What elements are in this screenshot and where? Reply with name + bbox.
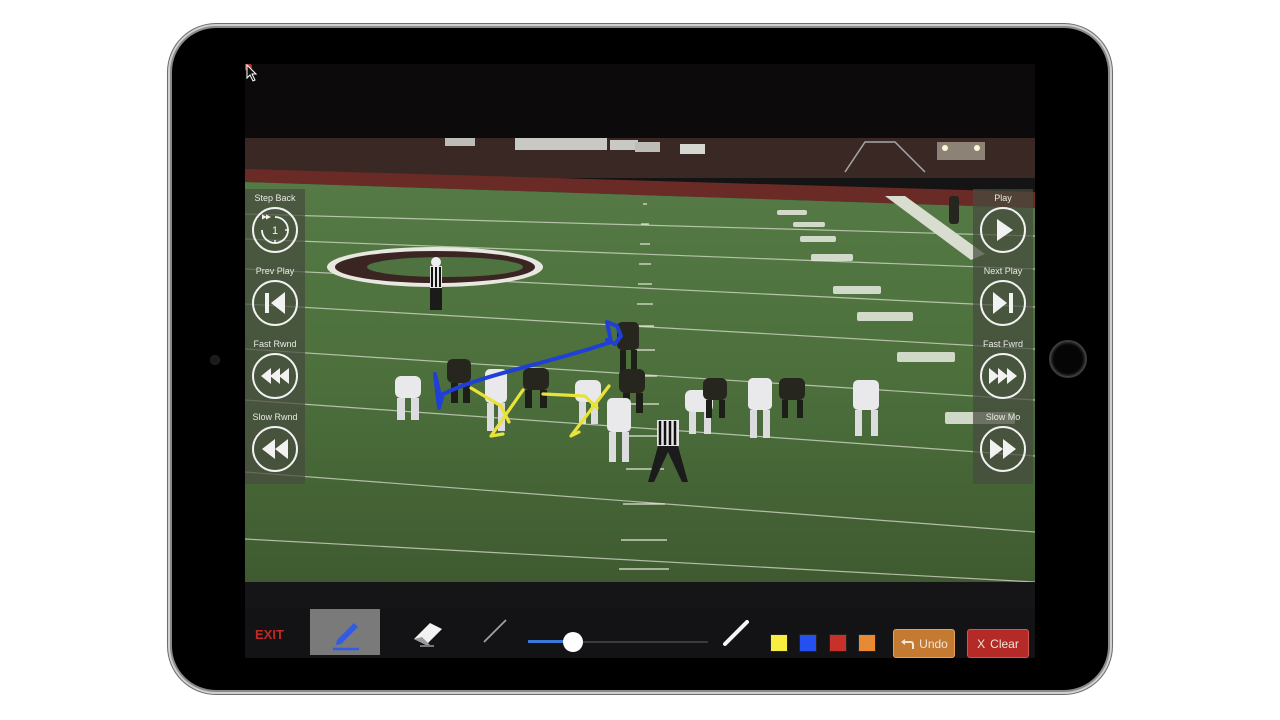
midfield-logo-center xyxy=(367,257,523,277)
undo-button[interactable]: Undo xyxy=(893,629,955,658)
step-back-icon: 1 xyxy=(261,214,289,244)
line-tool-icon[interactable] xyxy=(481,617,509,645)
next-play-label: Next Play xyxy=(983,266,1023,276)
play-label: Play xyxy=(994,193,1012,203)
stadium-light xyxy=(942,145,948,151)
banner xyxy=(680,144,705,154)
fast-rewind-icon xyxy=(261,368,289,384)
fast-forward-control[interactable]: Fast Fwrd xyxy=(973,339,1033,399)
slow-motion-button[interactable] xyxy=(980,426,1026,472)
undo-icon xyxy=(901,638,915,649)
player-dark xyxy=(949,196,959,224)
clear-label: Clear xyxy=(990,636,1019,651)
undo-label: Undo xyxy=(919,636,948,651)
pencil-tool-button[interactable] xyxy=(310,609,380,655)
exit-button[interactable]: EXIT xyxy=(255,627,284,642)
slow-rewind-button[interactable] xyxy=(252,426,298,472)
mouse-cursor-icon xyxy=(245,64,258,82)
slow-motion-label: Slow Mo xyxy=(985,412,1021,422)
fast-forward-button[interactable] xyxy=(980,353,1026,399)
color-swatch-red[interactable] xyxy=(829,634,847,652)
toolbar-divider xyxy=(245,582,1035,608)
color-swatch-yellow[interactable] xyxy=(770,634,788,652)
clear-button[interactable]: X Clear xyxy=(967,629,1029,658)
step-back-control[interactable]: Step Back 1 xyxy=(245,193,305,253)
slow-rewind-icon xyxy=(262,439,288,459)
step-count-badge: 1 xyxy=(272,225,278,237)
slow-motion-icon xyxy=(990,439,1016,459)
next-play-icon xyxy=(993,292,1013,314)
drawing-toolbar: EXIT Undo X Clear xyxy=(245,582,1035,658)
stadium-light xyxy=(974,145,980,151)
color-swatch-orange[interactable] xyxy=(858,634,876,652)
slow-motion-control[interactable]: Slow Mo xyxy=(973,412,1033,472)
video-frame xyxy=(245,64,1035,582)
color-swatch-blue[interactable] xyxy=(799,634,817,652)
banner xyxy=(445,138,475,146)
pencil-icon xyxy=(333,623,359,651)
fast-rewind-control[interactable]: Fast Rwnd xyxy=(245,339,305,399)
banner xyxy=(515,138,607,150)
stroke-width-slider[interactable] xyxy=(528,632,708,652)
playback-controls-right: Play Next Play Fast Fwrd Slow Mo xyxy=(973,189,1033,484)
front-camera xyxy=(210,355,220,365)
video-player[interactable]: Step Back 1 Prev Play Fast Rwnd Slow Rwn… xyxy=(245,64,1035,582)
prev-play-icon xyxy=(265,292,285,314)
prev-play-label: Prev Play xyxy=(255,266,295,276)
next-play-control[interactable]: Next Play xyxy=(973,266,1033,326)
banner xyxy=(635,142,660,152)
fast-forward-label: Fast Fwrd xyxy=(982,339,1023,349)
eraser-icon[interactable] xyxy=(408,615,448,649)
step-back-label: Step Back xyxy=(254,193,296,203)
playback-controls-left: Step Back 1 Prev Play Fast Rwnd Slow Rwn… xyxy=(245,189,305,484)
slow-rewind-control[interactable]: Slow Rwnd xyxy=(245,412,305,472)
step-back-button[interactable]: 1 xyxy=(252,207,298,253)
slow-rewind-label: Slow Rwnd xyxy=(252,412,298,422)
night-sky xyxy=(245,64,1035,144)
scoreboard xyxy=(937,142,985,160)
home-button[interactable] xyxy=(1049,340,1087,378)
play-button[interactable] xyxy=(980,207,1026,253)
play-icon xyxy=(997,219,1013,241)
play-control[interactable]: Play xyxy=(973,193,1033,253)
app-screen: Step Back 1 Prev Play Fast Rwnd Slow Rwn… xyxy=(245,64,1035,658)
slider-thumb[interactable] xyxy=(563,632,583,652)
clear-x-icon: X xyxy=(977,636,986,651)
stroke-preview-icon xyxy=(723,620,749,646)
prev-play-control[interactable]: Prev Play xyxy=(245,266,305,326)
next-play-button[interactable] xyxy=(980,280,1026,326)
fast-rewind-button[interactable] xyxy=(252,353,298,399)
banner xyxy=(610,140,638,150)
fast-forward-icon xyxy=(989,368,1017,384)
ipad-device: Step Back 1 Prev Play Fast Rwnd Slow Rwn… xyxy=(172,28,1108,690)
fast-rewind-label: Fast Rwnd xyxy=(253,339,297,349)
prev-play-button[interactable] xyxy=(252,280,298,326)
